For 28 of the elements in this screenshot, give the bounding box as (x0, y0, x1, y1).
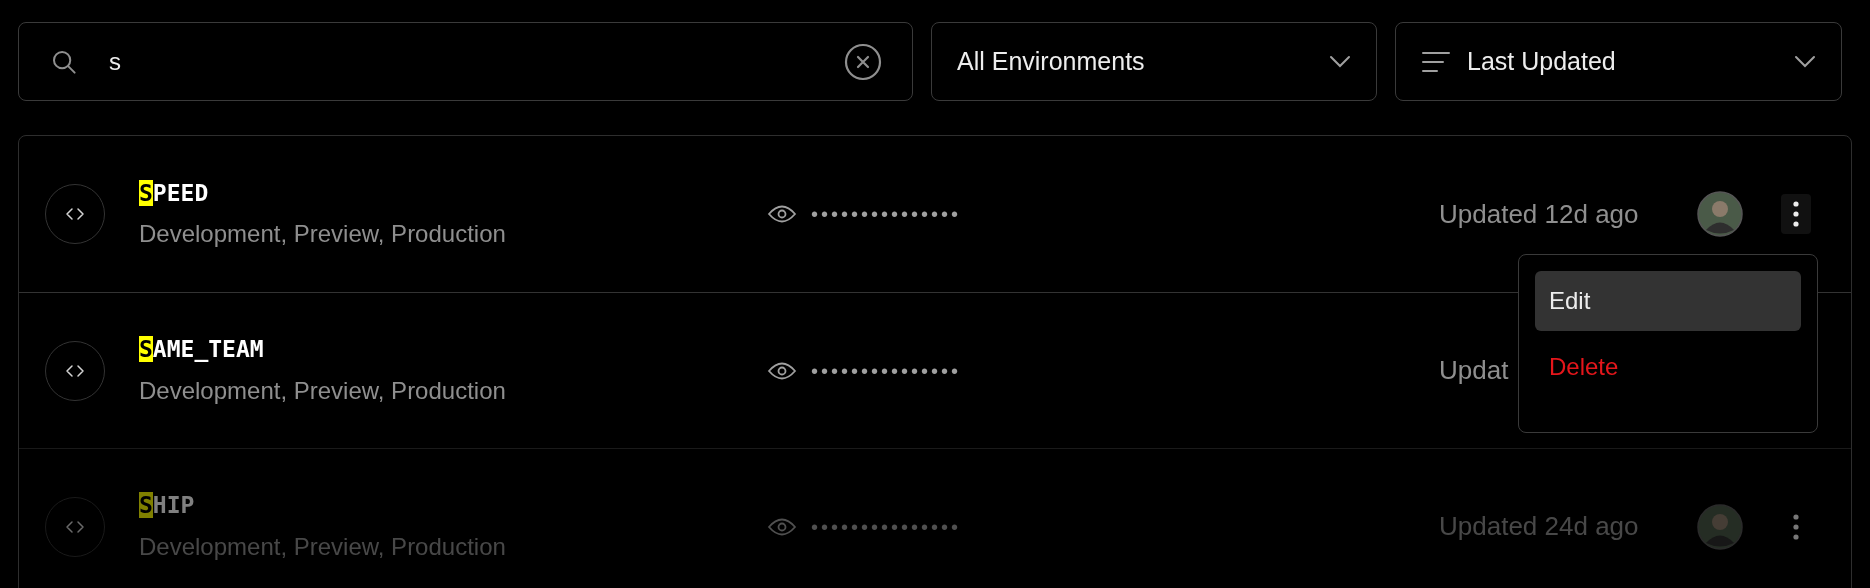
search-field[interactable]: s (18, 22, 913, 101)
clear-icon[interactable] (844, 42, 882, 81)
masked-value: ••••••••••••••• (811, 358, 962, 384)
eye-icon[interactable] (767, 203, 797, 225)
menu-item[interactable]: Delete (1535, 337, 1801, 397)
sort-dropdown[interactable]: Last Updated (1395, 22, 1842, 101)
environments-text: Development, Preview, Production (139, 531, 506, 562)
updated-text: Updat (1439, 354, 1509, 387)
variable-name: SPEED (139, 178, 209, 208)
environments-text: Development, Preview, Production (139, 375, 506, 406)
sort-icon (1421, 50, 1451, 73)
menu-item[interactable]: Edit (1535, 271, 1801, 331)
variable-name: SAME_TEAM (139, 335, 264, 365)
environment-dropdown[interactable]: All Environments (931, 22, 1377, 101)
chevron-down-icon (1794, 54, 1816, 69)
masked-value: ••••••••••••••• (811, 202, 962, 227)
avatar-icon (1697, 503, 1743, 550)
updated-text: Updated 12d ago (1439, 197, 1639, 231)
masked-value: ••••••••••••••• (811, 514, 962, 540)
more-options-button[interactable] (1781, 194, 1811, 234)
environments-text: Development, Preview, Production (139, 219, 506, 250)
variable-name: SHIP (139, 491, 195, 521)
search-input[interactable]: s (109, 43, 814, 80)
avatar-icon (1697, 191, 1743, 237)
kebab-icon (1793, 513, 1799, 540)
updated-text: Updated 24d ago (1439, 510, 1639, 543)
chevron-down-icon (1329, 54, 1351, 69)
kebab-icon (1793, 201, 1799, 227)
